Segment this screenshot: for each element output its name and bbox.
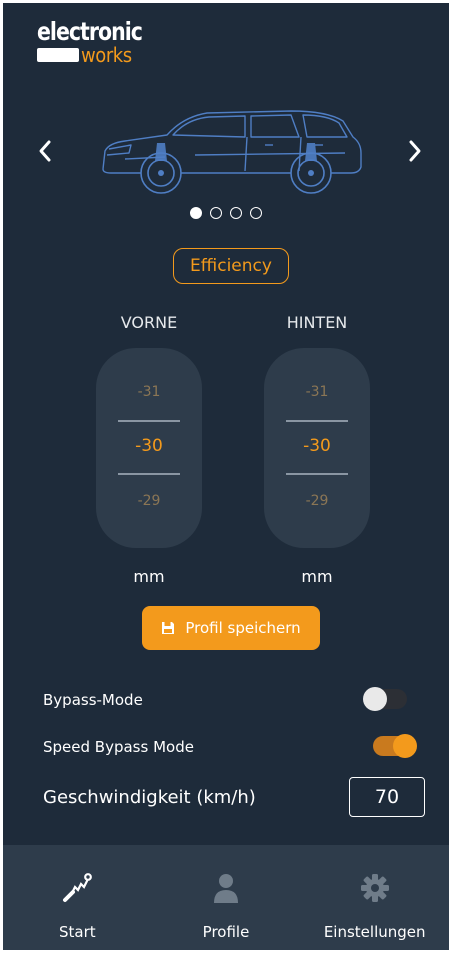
front-height-picker[interactable]: -31 -30 -29	[96, 348, 202, 548]
nav-start[interactable]: Start	[3, 845, 152, 950]
nav-profile[interactable]: Profile	[152, 845, 301, 950]
front-unit: mm	[133, 567, 165, 586]
bottom-navigation: Start Profile Einstellungen	[3, 845, 449, 950]
nav-settings-label: Einstellungen	[323, 923, 426, 941]
rear-unit: mm	[301, 567, 333, 586]
carousel-pagination	[3, 207, 449, 219]
rear-label: HINTEN	[286, 313, 348, 332]
picker-divider	[286, 473, 348, 475]
picker-divider	[286, 420, 348, 422]
rear-value-selected[interactable]: -30	[264, 436, 370, 456]
brand-line2: works	[81, 43, 132, 67]
speed-input[interactable]	[349, 777, 425, 817]
car-illustration	[102, 110, 362, 194]
nav-profile-label: Profile	[202, 923, 250, 941]
pagination-dot[interactable]	[230, 207, 242, 219]
pagination-dot[interactable]	[250, 207, 262, 219]
picker-divider	[118, 473, 180, 475]
app-screen: electronic works Efficiency VORNE -31 -3…	[3, 3, 449, 950]
speed-bypass-mode-toggle[interactable]	[373, 734, 417, 758]
front-value-below[interactable]: -29	[96, 493, 202, 509]
chevron-right-icon	[409, 140, 421, 162]
carousel-prev-button[interactable]	[31, 131, 59, 171]
front-label: VORNE	[120, 313, 178, 332]
carousel-next-button[interactable]	[401, 131, 429, 171]
nav-start-label: Start	[59, 923, 96, 941]
front-value-above[interactable]: -31	[96, 384, 202, 400]
front-value-selected[interactable]: -30	[96, 436, 202, 456]
floppy-disk-icon	[162, 622, 175, 634]
toggle-knob	[363, 687, 387, 711]
rear-height-picker[interactable]: -31 -30 -29	[264, 348, 370, 548]
person-icon	[211, 871, 241, 905]
save-profile-button[interactable]: Profil speichern	[142, 606, 320, 650]
mode-badge[interactable]: Efficiency	[173, 248, 289, 284]
picker-divider	[118, 420, 180, 422]
brand-logo: electronic works	[37, 17, 165, 65]
shock-absorber-icon	[60, 871, 94, 905]
gear-icon	[360, 871, 390, 905]
bypass-mode-toggle[interactable]	[363, 687, 407, 711]
save-profile-label: Profil speichern	[185, 619, 301, 637]
nav-settings[interactable]: Einstellungen	[300, 845, 449, 950]
pagination-dot[interactable]	[190, 207, 202, 219]
rear-value-above[interactable]: -31	[264, 384, 370, 400]
speed-bypass-mode-label: Speed Bypass Mode	[43, 738, 194, 756]
rear-value-below[interactable]: -29	[264, 493, 370, 509]
pagination-dot[interactable]	[210, 207, 222, 219]
brand-redacted-block	[37, 48, 79, 62]
bypass-mode-label: Bypass-Mode	[43, 691, 143, 709]
speed-label: Geschwindigkeit (km/h)	[43, 787, 256, 808]
toggle-knob	[393, 734, 417, 758]
chevron-left-icon	[39, 140, 51, 162]
